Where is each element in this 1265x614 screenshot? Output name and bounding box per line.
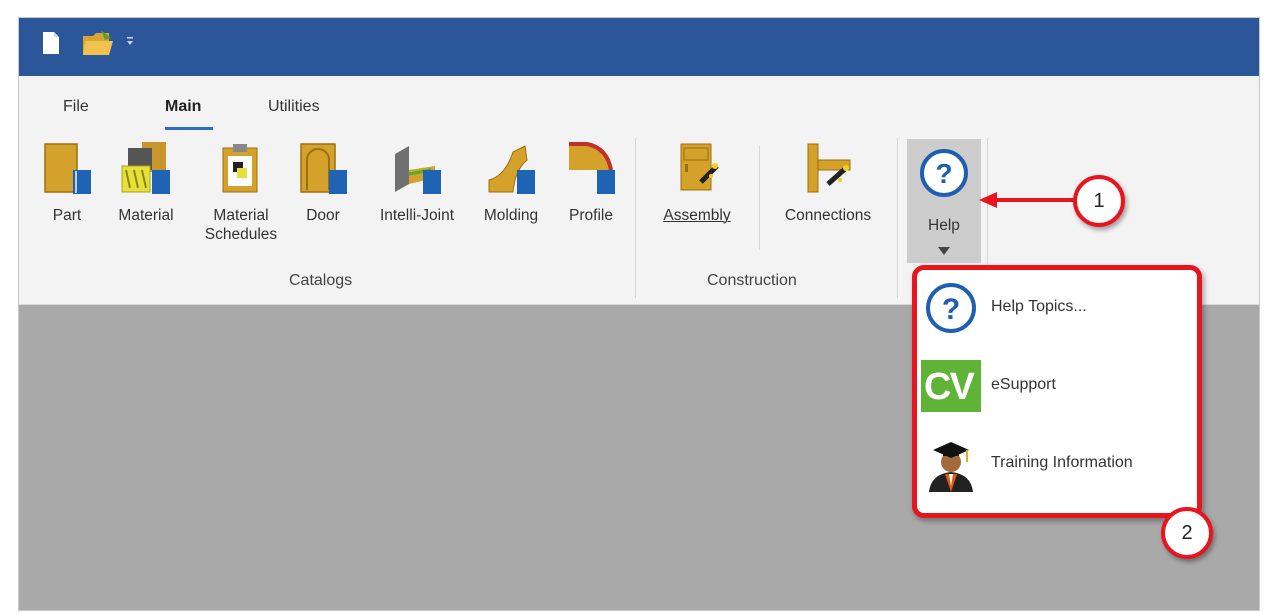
application-window: File Main Utilities Part Material Materi… xyxy=(18,17,1260,611)
callout-2: 2 xyxy=(1161,507,1213,559)
material-label: Material xyxy=(118,207,174,224)
help-topics-label: Help Topics... xyxy=(991,298,1087,315)
active-tab-indicator xyxy=(165,127,213,130)
door-label: Door xyxy=(306,207,340,224)
new-file-icon[interactable] xyxy=(41,30,61,61)
intelli-joint-button[interactable]: Intelli-Joint xyxy=(365,140,469,280)
button-separator xyxy=(759,146,760,250)
title-bar xyxy=(19,18,1259,76)
dropdown-arrow-icon xyxy=(937,243,951,261)
material-schedules-button[interactable]: Material Schedules xyxy=(197,140,285,280)
quick-access-dropdown-icon[interactable] xyxy=(125,35,135,54)
door-icon xyxy=(297,140,349,196)
esupport-label: eSupport xyxy=(991,376,1056,393)
catalogs-group-label: Catalogs xyxy=(289,272,353,289)
material-icon xyxy=(120,140,172,196)
profile-label: Profile xyxy=(569,207,613,224)
part-label: Part xyxy=(52,207,82,224)
molding-button[interactable]: Molding xyxy=(473,140,549,280)
assembly-button[interactable]: Assembly xyxy=(647,140,747,280)
tab-main[interactable]: Main xyxy=(165,98,201,116)
help-label: Help xyxy=(928,217,960,234)
help-icon: ? xyxy=(918,147,970,204)
part-icon xyxy=(41,140,93,196)
menu-item-help-topics[interactable]: ? Help Topics... xyxy=(917,272,1197,344)
open-folder-icon[interactable] xyxy=(81,28,115,63)
help-button[interactable]: ? Help xyxy=(907,139,981,263)
intelli-joint-icon xyxy=(391,140,443,196)
material-button[interactable]: Material xyxy=(105,140,187,280)
part-button[interactable]: Part xyxy=(37,140,97,280)
help-dropdown-menu: ? Help Topics... CV eSupport Training In… xyxy=(912,265,1202,518)
menu-item-training-information[interactable]: Training Information xyxy=(917,428,1197,500)
training-information-label: Training Information xyxy=(991,454,1133,471)
connections-button[interactable]: Connections xyxy=(767,140,889,280)
assembly-icon xyxy=(671,140,723,196)
menu-item-esupport[interactable]: CV eSupport xyxy=(917,350,1197,422)
group-separator xyxy=(897,138,898,298)
material-schedules-label: Material Schedules xyxy=(204,207,278,243)
connections-label: Connections xyxy=(784,207,872,224)
svg-text:?: ? xyxy=(935,158,952,189)
molding-icon xyxy=(485,140,537,196)
molding-label: Molding xyxy=(483,207,539,224)
esupport-cv-icon: CV xyxy=(921,360,981,412)
esupport-cv-icon-text: CV xyxy=(924,366,975,408)
help-topics-icon: ? xyxy=(923,280,979,336)
graduate-icon xyxy=(923,436,979,492)
profile-button[interactable]: Profile xyxy=(555,140,627,280)
profile-icon xyxy=(565,140,617,196)
callout-1: 1 xyxy=(1073,175,1125,227)
group-separator xyxy=(635,138,636,298)
assembly-label: Assembly xyxy=(663,207,731,224)
tab-utilities[interactable]: Utilities xyxy=(268,98,320,116)
tab-file[interactable]: File xyxy=(63,98,89,116)
door-button[interactable]: Door xyxy=(293,140,353,280)
construction-group-label: Construction xyxy=(707,272,797,289)
connections-icon xyxy=(802,140,854,196)
svg-text:?: ? xyxy=(942,293,960,326)
material-schedules-icon xyxy=(215,140,267,196)
callout-arrow xyxy=(979,192,1075,208)
intelli-joint-label: Intelli-Joint xyxy=(379,207,455,224)
